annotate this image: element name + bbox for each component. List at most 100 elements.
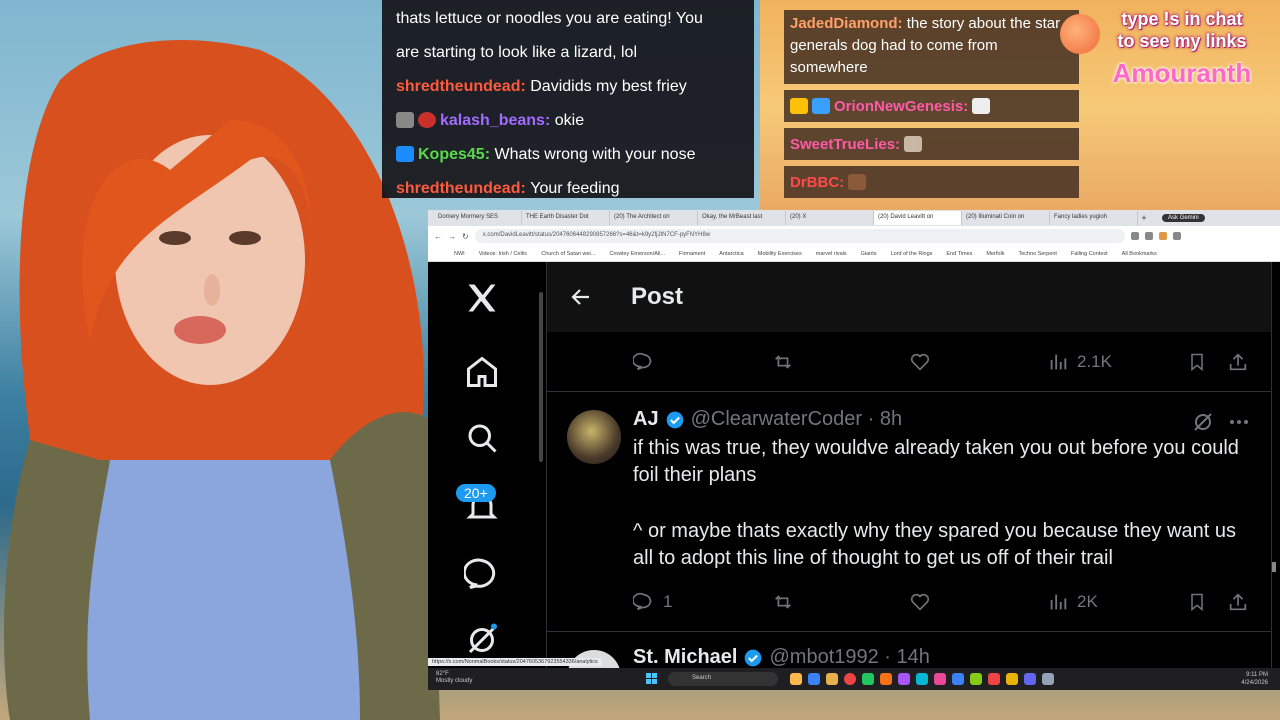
bookmark[interactable]: Falling Contest bbox=[1071, 251, 1108, 257]
windows-taskbar: 82°F Mostly cloudy Search 9:11 PM 4/24/2… bbox=[428, 668, 1280, 690]
file-explorer-icon[interactable] bbox=[790, 673, 802, 685]
browser-tab[interactable]: Fancy ladies yugioh bbox=[1050, 211, 1138, 225]
chat-message: OrionNewGenesis: bbox=[784, 90, 1079, 122]
views-button[interactable]: 2K bbox=[1047, 591, 1098, 613]
app-icon[interactable] bbox=[1024, 673, 1036, 685]
bookmark[interactable]: All Bookmarks bbox=[1122, 251, 1157, 257]
author-name[interactable]: St. Michael bbox=[633, 646, 737, 669]
bookmark[interactable]: End Times bbox=[946, 251, 972, 257]
search-icon[interactable] bbox=[464, 420, 500, 456]
bookmark-button[interactable] bbox=[1187, 351, 1207, 373]
browser-window: Domery Mormery SES THE Earth Disaster Do… bbox=[428, 210, 1280, 690]
browser-tab[interactable]: Domery Mormery SES bbox=[434, 211, 522, 225]
bookmark[interactable]: Lord of the Rings bbox=[891, 251, 933, 257]
bookmark[interactable]: Antarctica bbox=[719, 251, 743, 257]
emote-icon bbox=[972, 98, 991, 114]
reload-icon[interactable]: ↻ bbox=[462, 232, 469, 241]
author-handle[interactable]: @mbot1992 · 14h bbox=[769, 646, 929, 669]
browser-tab[interactable]: Okay, the MrBeast last bbox=[698, 211, 786, 225]
bookmark[interactable]: Giants bbox=[861, 251, 877, 257]
repost-button[interactable] bbox=[771, 351, 795, 373]
messages-icon[interactable] bbox=[464, 556, 500, 592]
app-icon[interactable] bbox=[898, 673, 910, 685]
firefox-icon[interactable] bbox=[880, 673, 892, 685]
reply-button[interactable] bbox=[633, 351, 655, 373]
bookmark[interactable]: NWI bbox=[454, 251, 465, 257]
edge-icon[interactable] bbox=[808, 673, 820, 685]
home-icon[interactable] bbox=[464, 354, 500, 390]
x-logo-icon[interactable] bbox=[464, 280, 500, 316]
share-button[interactable] bbox=[1227, 591, 1249, 613]
like-button[interactable] bbox=[909, 351, 931, 373]
back-arrow-icon[interactable]: ← bbox=[434, 232, 442, 241]
profile-icon[interactable] bbox=[1158, 232, 1167, 240]
chat-message: JadedDiamond: the story about the star g… bbox=[784, 10, 1079, 84]
brand-logo: Amouranth bbox=[1112, 58, 1252, 88]
bookmark[interactable]: Church of Satan wei... bbox=[541, 251, 595, 257]
browser-tab[interactable]: (20) X bbox=[786, 211, 874, 225]
chat-overlay-left: thats lettuce or noodles you are eating!… bbox=[382, 0, 754, 198]
bookmark[interactable]: Firmament bbox=[679, 251, 705, 257]
heart-icon bbox=[910, 593, 930, 611]
url-input[interactable]: x.com/DavidLeavitt/status/20476064482908… bbox=[474, 229, 1125, 243]
app-icon[interactable] bbox=[970, 673, 982, 685]
folder-icon[interactable] bbox=[826, 673, 838, 685]
post-action-bar: 2.1K bbox=[547, 332, 1271, 392]
author-name[interactable]: AJ bbox=[633, 406, 659, 433]
bookmark-button[interactable] bbox=[1187, 591, 1207, 613]
browser-tab[interactable]: (20) The Architect on bbox=[610, 211, 698, 225]
windows-start-icon[interactable] bbox=[646, 673, 658, 685]
bookmark[interactable]: Techno Serpent bbox=[1018, 251, 1057, 257]
chat-username: JadedDiamond bbox=[790, 15, 898, 32]
chat-message: kalash_beans: okie bbox=[396, 104, 740, 138]
menu-icon[interactable] bbox=[1172, 232, 1181, 240]
taskbar-clock[interactable]: 9:11 PM 4/24/2026 bbox=[1241, 671, 1268, 687]
views-button[interactable]: 2.1K bbox=[1047, 351, 1112, 373]
weather-widget[interactable]: 82°F Mostly cloudy bbox=[436, 671, 472, 685]
extension-icon[interactable] bbox=[1130, 232, 1139, 240]
avatar[interactable] bbox=[567, 410, 621, 464]
app-icon[interactable] bbox=[916, 673, 928, 685]
browser-tab[interactable]: THE Earth Disaster Dot bbox=[522, 211, 610, 225]
scrollbar[interactable] bbox=[1272, 562, 1276, 572]
grok-icon[interactable] bbox=[1191, 410, 1215, 434]
bookmark[interactable]: marvel rivals bbox=[816, 251, 847, 257]
app-icon[interactable] bbox=[934, 673, 946, 685]
grok-icon[interactable] bbox=[464, 622, 500, 658]
extension-icon[interactable] bbox=[1144, 232, 1153, 240]
taskbar-search[interactable]: Search bbox=[668, 672, 778, 686]
bookmark[interactable]: Merfolk bbox=[986, 251, 1004, 257]
repost-icon bbox=[775, 595, 791, 609]
repost-button[interactable] bbox=[771, 591, 795, 613]
chat-message: Kopes45: Whats wrong with your nose bbox=[396, 138, 740, 172]
forward-arrow-icon[interactable]: → bbox=[448, 232, 456, 241]
verified-badge-icon bbox=[745, 649, 762, 666]
more-options-icon[interactable] bbox=[1227, 410, 1251, 434]
reply-count: 1 bbox=[663, 592, 673, 611]
chat-message: shredtheundead: Your feeding bbox=[396, 180, 620, 197]
share-button[interactable] bbox=[1227, 351, 1249, 373]
app-icon[interactable] bbox=[988, 673, 1000, 685]
like-button[interactable] bbox=[909, 591, 931, 613]
reply-tweet[interactable]: AJ @ClearwaterCoder · 8h if this was tru… bbox=[547, 392, 1271, 632]
ask-gemini-button[interactable]: Ask Gemini bbox=[1162, 214, 1205, 222]
bookmark[interactable]: Videos: Irish / Celtic bbox=[479, 251, 528, 257]
bookmark[interactable]: Crowley Emerson/Ali... bbox=[609, 251, 665, 257]
new-tab-button[interactable]: + bbox=[1138, 213, 1150, 223]
browser-tab-active[interactable]: (20) David Leavitt on bbox=[874, 211, 962, 225]
scrollbar[interactable] bbox=[539, 292, 543, 462]
back-arrow-icon[interactable] bbox=[569, 285, 593, 309]
chat-username: OrionNewGenesis bbox=[834, 98, 964, 115]
browser-tab[interactable]: (20) Illuminati Coin on bbox=[962, 211, 1050, 225]
author-handle[interactable]: @ClearwaterCoder · 8h bbox=[691, 406, 903, 433]
app-icon[interactable] bbox=[952, 673, 964, 685]
chat-username: DrBBC bbox=[790, 174, 840, 191]
reply-button[interactable]: 1 bbox=[633, 591, 672, 613]
app-icon[interactable] bbox=[862, 673, 874, 685]
crown-badge-icon bbox=[790, 98, 808, 114]
chrome-icon[interactable] bbox=[844, 673, 856, 685]
bookmark[interactable]: Mobility Exercises bbox=[758, 251, 802, 257]
settings-icon[interactable] bbox=[1042, 673, 1054, 685]
chrome-icon[interactable] bbox=[1006, 673, 1018, 685]
x-sidebar-nav: 20+ bbox=[428, 262, 538, 672]
